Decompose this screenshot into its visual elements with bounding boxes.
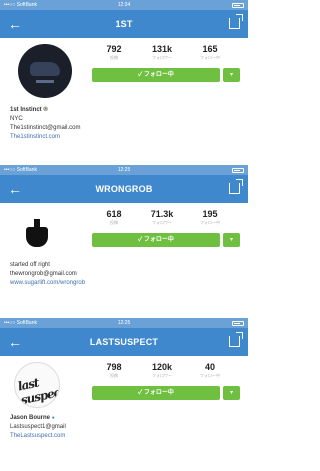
dropdown-caret-icon[interactable]: ▾ [223, 386, 240, 400]
posts-stat[interactable]: 798 投稿 [92, 362, 136, 379]
avatar[interactable] [14, 209, 60, 255]
posts-stat[interactable]: 792 投稿 [92, 44, 136, 61]
back-arrow-icon[interactable]: ← [8, 180, 22, 198]
nav-bar: ← LASTSUSPECT [0, 328, 248, 356]
following-label: フォロー中 [200, 55, 220, 60]
following-count: 40 [204, 362, 215, 372]
bio-email: thewrongrob@gmail.com [10, 271, 77, 277]
share-icon[interactable] [229, 332, 243, 347]
following-label: フォロー中 [200, 220, 220, 225]
profile-name: Jason Bourne ● [10, 414, 238, 423]
share-icon[interactable] [229, 14, 243, 29]
profile-stats: 798 投稿 120k フォロワー 40 フォロー中 [92, 362, 240, 382]
profile-header: 618 投稿 71.3k フォロワー 195 フォロー中 ✓ フォロー中 ▾ [0, 203, 248, 261]
followers-label: フォロワー [152, 373, 172, 378]
status-bar: •••○○ SoftBank 12:25 [0, 165, 248, 175]
battery-icon [232, 168, 244, 173]
page-title: LASTSUSPECT [89, 337, 159, 347]
followers-count: 131k [151, 44, 173, 54]
profile-screen-lastsuspect: •••○○ SoftBank 12:25 ← LASTSUSPECT last … [0, 318, 248, 471]
profile-screen-wrongrob: •••○○ SoftBank 12:25 ← WRONGROB 618 投稿 7… [0, 165, 248, 318]
avatar[interactable] [18, 44, 72, 98]
bio-line: started off right [10, 262, 50, 268]
share-icon[interactable] [229, 179, 243, 194]
profile-website-link[interactable]: www.sugarlift.com/wrongrob [10, 279, 238, 288]
following-count: 165 [202, 44, 218, 54]
posts-label: 投稿 [110, 373, 118, 378]
followers-label: フォロワー [152, 55, 172, 60]
dropdown-caret-icon[interactable]: ▾ [223, 68, 240, 82]
status-bar: •••○○ SoftBank 12:25 [0, 318, 248, 328]
status-bar: •••○○ SoftBank 12:34 [0, 0, 248, 10]
back-arrow-icon[interactable]: ← [8, 15, 22, 33]
profile-website-link[interactable]: The1stinstinct.com [10, 133, 238, 142]
followers-count: 71.3k [150, 209, 174, 219]
bio-line: NYC [10, 116, 23, 122]
profile-bio: started off right thewrongrob@gmail.com … [0, 261, 248, 288]
dropdown-caret-icon[interactable]: ▾ [223, 233, 240, 247]
followers-stat[interactable]: 120k フォロワー [140, 362, 184, 379]
status-time: 12:25 [117, 167, 131, 173]
profile-website-link[interactable]: TheLastsuspect.com [10, 432, 238, 441]
bio-email: The1stinstinct@gmail.com [10, 125, 81, 131]
profile-screen-1st: •••○○ SoftBank 12:34 ← 1ST 792 投稿 131k フ… [0, 0, 248, 165]
status-time: 12:25 [117, 320, 131, 326]
posts-stat[interactable]: 618 投稿 [92, 209, 136, 226]
followers-count: 120k [151, 362, 173, 372]
followers-stat[interactable]: 71.3k フォロワー [140, 209, 184, 226]
battery-icon [232, 321, 244, 326]
following-button[interactable]: ✓ フォロー中 [92, 68, 220, 82]
page-title: 1ST [115, 19, 133, 29]
following-stat[interactable]: 40 フォロー中 [188, 362, 232, 379]
profile-stats: 618 投稿 71.3k フォロワー 195 フォロー中 [92, 209, 240, 229]
nav-bar: ← 1ST [0, 10, 248, 38]
bio-email: Lastsuspect1@gmail [10, 424, 66, 430]
profile-bio: 1st Instinct ® NYC The1stinstinct@gmail.… [0, 106, 248, 142]
avatar[interactable]: last suspect [14, 362, 60, 408]
verified-dot-icon: ● [51, 415, 55, 421]
profile-header: last suspect 798 投稿 120k フォロワー 40 フォロー中 … [0, 356, 248, 414]
page-title: WRONGROB [95, 184, 153, 194]
following-label: フォロー中 [200, 373, 220, 378]
profile-stats: 792 投稿 131k フォロワー 165 フォロー中 [92, 44, 240, 64]
avatar-signature: last suspect [16, 375, 60, 408]
posts-count: 792 [106, 44, 122, 54]
back-arrow-icon[interactable]: ← [8, 333, 22, 351]
status-time: 12:34 [117, 2, 131, 8]
posts-count: 618 [106, 209, 122, 219]
followers-label: フォロワー [152, 220, 172, 225]
following-stat[interactable]: 195 フォロー中 [188, 209, 232, 226]
following-count: 195 [202, 209, 218, 219]
screenshot-collage: •••○○ SoftBank 12:34 ← 1ST 792 投稿 131k フ… [0, 0, 248, 471]
posts-label: 投稿 [110, 220, 118, 225]
profile-header: 792 投稿 131k フォロワー 165 フォロー中 ✓ フォロー中 ▾ [0, 38, 248, 106]
following-button[interactable]: ✓ フォロー中 [92, 386, 220, 400]
profile-bio: Jason Bourne ● Lastsuspect1@gmail TheLas… [0, 414, 248, 441]
posts-label: 投稿 [110, 55, 118, 60]
following-button[interactable]: ✓ フォロー中 [92, 233, 220, 247]
profile-name-text: Jason Bourne [10, 415, 51, 421]
posts-count: 798 [106, 362, 122, 372]
profile-name: 1st Instinct ® [10, 107, 48, 113]
battery-icon [232, 3, 244, 8]
followers-stat[interactable]: 131k フォロワー [140, 44, 184, 61]
following-stat[interactable]: 165 フォロー中 [188, 44, 232, 61]
nav-bar: ← WRONGROB [0, 175, 248, 203]
